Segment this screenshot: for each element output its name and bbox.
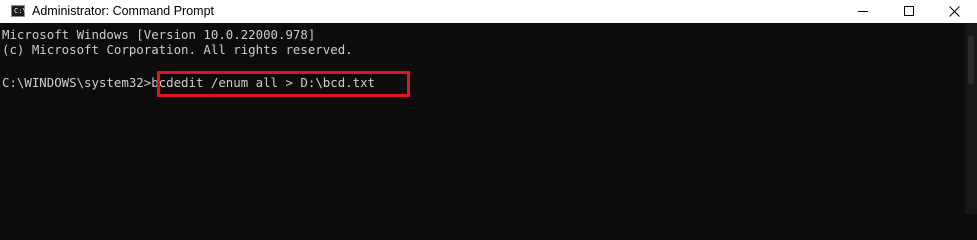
command-prompt-window: C:\_ Administrator: Command Prompt Micro…	[0, 0, 977, 214]
minimize-button[interactable]	[840, 0, 886, 23]
minimize-icon	[858, 11, 868, 12]
copyright-line: (c) Microsoft Corporation. All rights re…	[2, 42, 353, 57]
window-title: Administrator: Command Prompt	[32, 4, 215, 18]
console-output[interactable]: Microsoft Windows [Version 10.0.22000.97…	[0, 23, 965, 214]
close-button[interactable]	[931, 0, 977, 23]
close-icon	[949, 6, 960, 17]
command-prompt-icon-label: C:\_	[14, 7, 31, 15]
title-bar[interactable]: C:\_ Administrator: Command Prompt	[0, 0, 977, 23]
command-prompt-icon[interactable]: C:\_	[11, 5, 31, 17]
maximize-icon	[904, 6, 914, 16]
command-highlight-box	[157, 71, 410, 97]
scrollbar-thumb[interactable]	[968, 35, 974, 85]
prompt-path: C:\WINDOWS\system32>	[2, 75, 152, 90]
vertical-scrollbar[interactable]	[965, 23, 977, 214]
maximize-button[interactable]	[886, 0, 932, 23]
